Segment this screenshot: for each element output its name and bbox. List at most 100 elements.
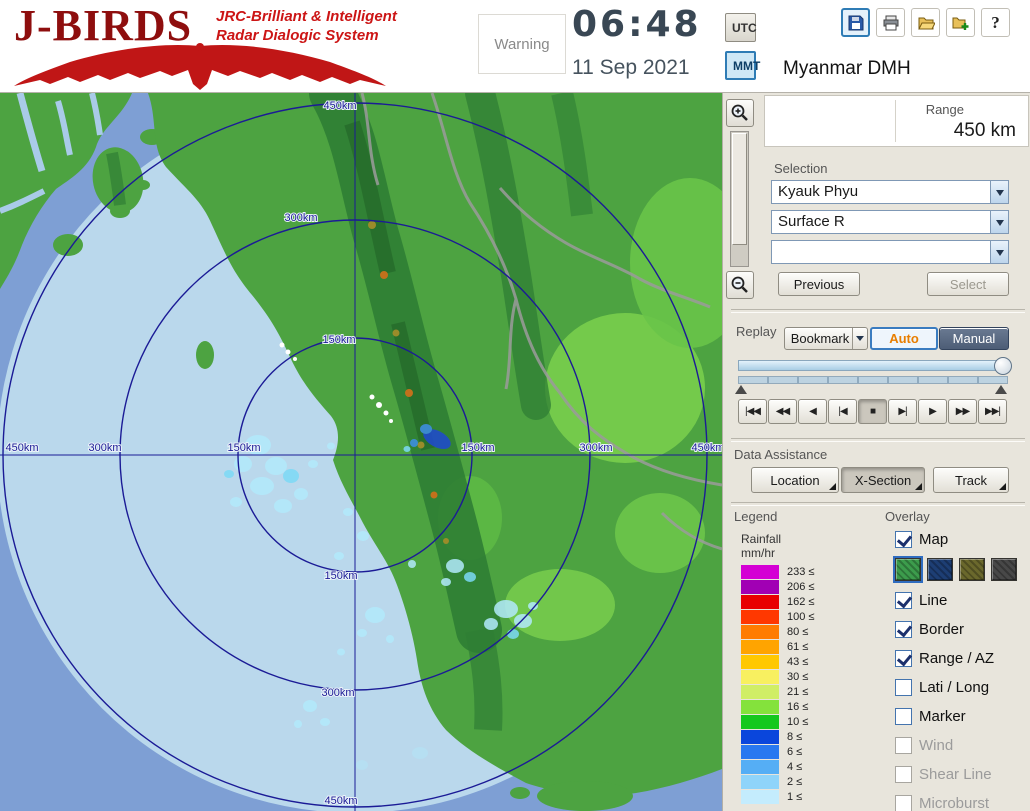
manual-mode-button[interactable]: Manual [939,327,1009,350]
range-value: 450 km [954,120,1016,142]
overlay-label: Line [919,592,947,609]
map-style-swatch-2[interactable] [927,558,953,581]
map-style-swatch-4[interactable] [991,558,1017,581]
mmt-button[interactable]: MMT [725,51,756,80]
location-button[interactable]: Location [751,467,839,493]
open-folder-button[interactable] [911,8,940,37]
help-button[interactable]: ? [981,8,1010,37]
export-button[interactable] [946,8,975,37]
track-button[interactable]: Track [933,467,1009,493]
transport-rewind-button[interactable]: ◀◀ [768,399,797,424]
legend-row: 100 ≤ [741,609,814,624]
zoom-out-button[interactable] [726,271,754,299]
overlay-title: Overlay [885,509,930,524]
site-dropdown[interactable]: Kyauk Phyu [771,180,1009,204]
transport-stop-button[interactable]: ■ [858,399,887,424]
timeline-end-marker[interactable] [995,385,1007,394]
zoom-in-button[interactable] [726,99,754,127]
chevron-down-icon[interactable] [990,241,1008,263]
checkbox[interactable] [895,650,912,667]
data-assistance-label: Data Assistance [734,447,827,462]
svg-text:450km: 450km [323,100,356,112]
transport-step-back-button[interactable]: |◀ [828,399,857,424]
selection-label: Selection [774,161,827,176]
transport-fast-forward-button[interactable]: ▶▶ [948,399,977,424]
legend-value: 16 ≤ [787,701,808,713]
checkbox[interactable] [895,592,912,609]
replay-tick-track[interactable] [738,376,1008,384]
x-section-button[interactable]: X-Section [841,467,925,493]
overlay-row-range-az[interactable]: Range / AZ [895,646,1025,670]
separator [731,309,1025,313]
warning-indicator: Warning [478,14,566,74]
legend-row: 206 ≤ [741,579,814,594]
legend-color-swatch [741,700,779,714]
transport-play-button[interactable]: ▶ [918,399,947,424]
overlay-row-map[interactable]: Map [895,527,1025,551]
legend-value: 233 ≤ [787,566,814,578]
print-icon [882,14,900,32]
bookmark-button[interactable]: Bookmark [784,327,868,350]
bookmark-dropdown-icon[interactable] [852,328,867,349]
auto-mode-button[interactable]: Auto [870,327,938,350]
zoom-in-icon [730,103,750,123]
checkbox[interactable] [895,708,912,725]
chevron-down-icon[interactable] [990,211,1008,233]
checkbox[interactable] [895,621,912,638]
control-panel: Range 450 km Selection Kyauk Phyu Surfac… [722,93,1030,811]
legend-value: 10 ≤ [787,716,808,728]
legend-color-swatch [741,595,779,609]
legend-title: Legend [734,509,777,524]
product-dropdown[interactable]: Surface R [771,210,1009,234]
legend-value: 206 ≤ [787,581,814,593]
clock-date: 11 Sep 2021 [572,56,690,80]
overlay-row-lati-long[interactable]: Lati / Long [895,675,1025,699]
overlay-row-line[interactable]: Line [895,588,1025,612]
logo-subtitle-line1: JRC-Brilliant & Intelligent [216,8,397,25]
legend-row: 4 ≤ [741,759,814,774]
overlay-row-marker[interactable]: Marker [895,704,1025,728]
legend-row: 43 ≤ [741,654,814,669]
transport-step-forward-button[interactable]: ▶| [888,399,917,424]
zoom-out-icon [730,275,750,295]
legend-row: 162 ≤ [741,594,814,609]
map-style-swatch-3[interactable] [959,558,985,581]
svg-text:150km: 150km [227,442,260,454]
timeline-thumb[interactable] [994,357,1012,375]
radar-map[interactable]: 450km300km150km150km300km450km450km300km… [0,93,722,811]
legend-color-swatch [741,730,779,744]
timeline-start-marker[interactable] [735,385,747,394]
transport-last-button[interactable]: ▶▶| [978,399,1007,424]
zoom-slider-track[interactable] [730,131,749,267]
legend-value: 21 ≤ [787,686,808,698]
legend-value: 1 ≤ [787,791,802,803]
replay-timeline-slider[interactable] [738,360,1008,371]
svg-text:300km: 300km [284,212,317,224]
save-button[interactable] [841,8,870,37]
transport-first-button[interactable]: |◀◀ [738,399,767,424]
station-name: Myanmar DMH [783,58,911,80]
overlay-row-border[interactable]: Border [895,617,1025,641]
legend-row: 80 ≤ [741,624,814,639]
checkbox[interactable] [895,531,912,548]
help-icon: ? [991,13,1000,33]
transport-controls: |◀◀◀◀◀|◀■▶|▶▶▶▶▶| [738,399,1007,424]
legend-row: 10 ≤ [741,714,814,729]
chevron-down-icon[interactable] [990,181,1008,203]
replay-label: Replay [736,324,776,339]
legend-value: 80 ≤ [787,626,808,638]
svg-text:450km: 450km [5,442,38,454]
legend-color-swatch [741,745,779,759]
map-style-swatch-1[interactable] [895,558,921,581]
utc-button[interactable]: UTC [725,13,756,42]
select-button[interactable]: Select [927,272,1009,296]
legend-color-swatch [741,715,779,729]
print-button[interactable] [876,8,905,37]
checkbox[interactable] [895,679,912,696]
previous-button[interactable]: Previous [778,272,860,296]
transport-play-back-button[interactable]: ◀ [798,399,827,424]
svg-text:300km: 300km [579,442,612,454]
extra-dropdown[interactable] [771,240,1009,264]
zoom-slider-thumb[interactable] [732,133,747,245]
legend-value: 6 ≤ [787,746,802,758]
